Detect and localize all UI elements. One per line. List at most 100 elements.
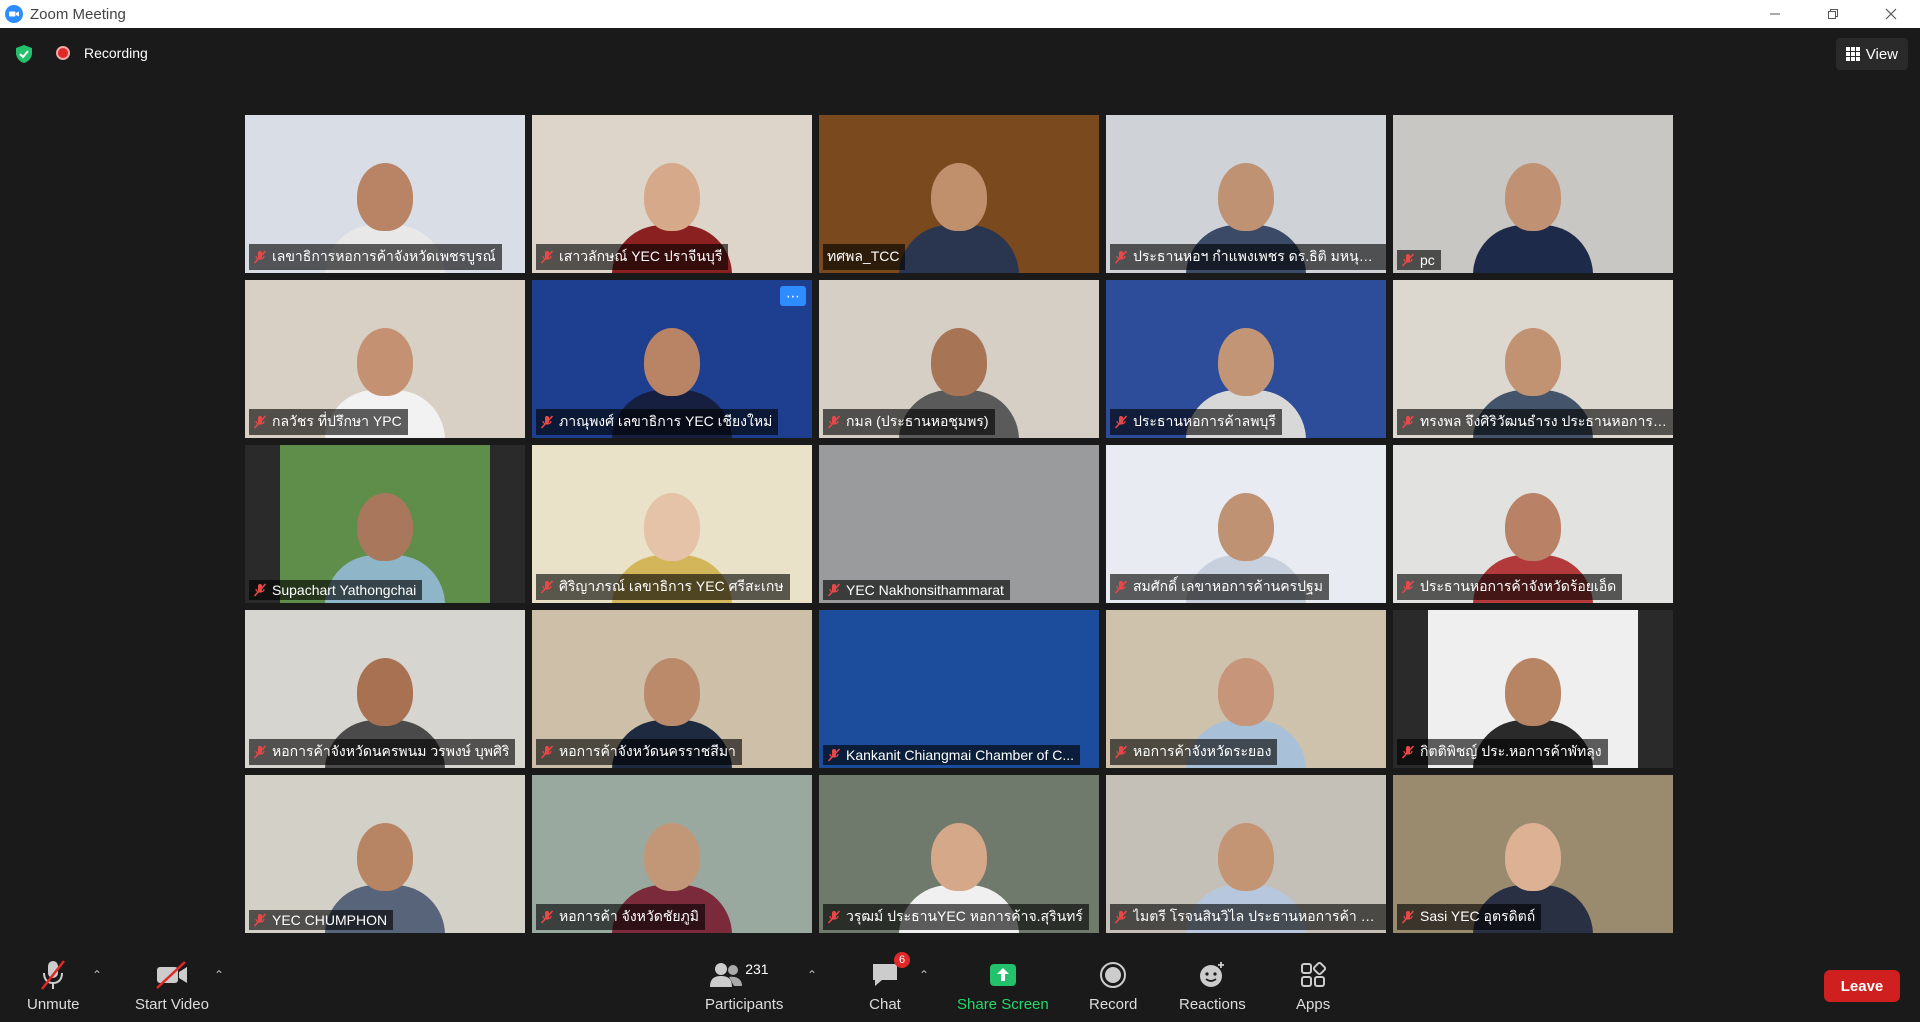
muted-mic-icon <box>1401 253 1415 267</box>
participant-name-bar: ทศพล_TCC <box>823 244 906 270</box>
muted-mic-icon <box>1114 745 1128 759</box>
participant-name: หอการค้าจังหวัดนครพนม วรพงษ์ บุพศิริ <box>272 743 510 759</box>
video-options-chevron-icon[interactable]: ⌃ <box>214 968 224 982</box>
audio-options-chevron-icon[interactable]: ⌃ <box>92 968 102 982</box>
participant-tile[interactable]: กลวัชร ที่ปรึกษา YPC <box>245 280 525 438</box>
participant-name-bar: Supachart Yathongchai <box>249 580 423 600</box>
participant-tile[interactable]: ⋯ ภาณุพงศ์ เลขาธิการ YEC เชียงใหม่ <box>532 280 812 438</box>
participant-name-bar: ภาณุพงศ์ เลขาธิการ YEC เชียงใหม่ <box>536 409 779 435</box>
minimize-icon[interactable] <box>1746 0 1804 28</box>
participant-tile[interactable]: ทศพล_TCC <box>819 115 1099 273</box>
participant-tile[interactable]: YEC Nakhonsithammarat <box>819 445 1099 603</box>
chat-label: Chat <box>869 996 901 1013</box>
participant-name-bar: กมล (ประธานหอชุมพร) <box>823 409 995 435</box>
participant-name: Supachart Yathongchai <box>272 582 417 598</box>
chat-button[interactable]: 6 Chat <box>868 952 910 1013</box>
muted-mic-icon <box>540 415 554 429</box>
participant-tile[interactable]: ประธานหอฯ กำแพงเพชร ดร.ธิติ มหนุญ... <box>1106 115 1386 273</box>
muted-mic-icon <box>1114 580 1128 594</box>
reactions-button[interactable]: Reactions <box>1179 958 1246 1013</box>
muted-mic-icon <box>253 745 267 759</box>
participant-name: ภาณุพงศ์ เลขาธิการ YEC เชียงใหม่ <box>559 413 773 429</box>
muted-mic-icon <box>540 250 554 264</box>
muted-mic-icon <box>827 910 841 924</box>
gallery-grid: เลขาธิการหอการค้าจังหวัดเพชรบูรณ์ เสาวลัก… <box>245 115 1673 933</box>
muted-mic-icon <box>1401 910 1415 924</box>
participant-tile[interactable]: YEC CHUMPHON <box>245 775 525 933</box>
participant-tile[interactable]: หอการค้าจังหวัดนครราชสีมา <box>532 610 812 768</box>
participant-name: ประธานหอการค้าลพบุรี <box>1133 413 1276 429</box>
participant-name-bar: ประธานหอการค้าจังหวัดร้อยเอ็ด <box>1397 574 1623 600</box>
restore-icon[interactable] <box>1804 0 1862 28</box>
record-button[interactable]: Record <box>1089 958 1137 1013</box>
apps-icon <box>1296 958 1330 992</box>
participants-icon: 231 <box>709 958 779 992</box>
meeting-toolbar: Unmute ⌃ Start Video ⌃ 231 Participants … <box>0 950 1920 1022</box>
participant-tile[interactable]: Supachart Yathongchai <box>245 445 525 603</box>
video-off-icon <box>155 958 189 992</box>
recording-icon[interactable] <box>56 46 70 60</box>
participant-name-bar: ทรงพล จึงศิริวัฒนธำรง ประธานหอการค้... <box>1397 409 1673 435</box>
participant-tile[interactable]: ประธานหอการค้าลพบุรี <box>1106 280 1386 438</box>
tile-more-options-icon[interactable]: ⋯ <box>780 286 806 306</box>
participant-name: ทศพล_TCC <box>827 248 900 264</box>
participant-tile[interactable]: กิตติพิชญ์ ประ.หอการค้าพัทลุง <box>1393 610 1673 768</box>
muted-mic-icon <box>1114 415 1128 429</box>
participants-options-chevron-icon[interactable]: ⌃ <box>807 968 817 982</box>
participant-video <box>899 153 1019 273</box>
participant-tile[interactable]: หอการค้า จังหวัดชัยภูมิ <box>532 775 812 933</box>
participant-tile[interactable]: เลขาธิการหอการค้าจังหวัดเพชรบูรณ์ <box>245 115 525 273</box>
unmute-label: Unmute <box>27 996 80 1013</box>
share-screen-icon <box>986 958 1020 992</box>
apps-button[interactable]: Apps <box>1296 958 1330 1013</box>
participant-tile[interactable]: ทรงพล จึงศิริวัฒนธำรง ประธานหอการค้... <box>1393 280 1673 438</box>
participant-tile[interactable]: เสาวลักษณ์ YEC ปราจีนบุรี <box>532 115 812 273</box>
meeting-topbar: Recording View <box>0 28 1920 80</box>
encryption-shield-icon[interactable] <box>14 44 34 64</box>
close-icon[interactable] <box>1862 0 1920 28</box>
participant-name: เลขาธิการหอการค้าจังหวัดเพชรบูรณ์ <box>272 248 496 264</box>
participant-tile[interactable]: หอการค้าจังหวัดนครพนม วรพงษ์ บุพศิริ <box>245 610 525 768</box>
participant-tile[interactable]: Kankanit Chiangmai Chamber of C... <box>819 610 1099 768</box>
unmute-button[interactable]: Unmute <box>27 958 80 1013</box>
window-title: Zoom Meeting <box>30 5 126 23</box>
participant-tile[interactable]: ไมตรี โรจนสินวิไล ประธานหอการค้า จัง... <box>1106 775 1386 933</box>
participant-name-bar: Sasi YEC อุตรดิตถ์ <box>1397 904 1542 930</box>
participant-tile[interactable]: กมล (ประธานหอชุมพร) <box>819 280 1099 438</box>
muted-mic-icon <box>1401 580 1415 594</box>
participant-name: หอการค้าจังหวัดนครราชสีมา <box>559 743 736 759</box>
participant-name: หอการค้าจังหวัดระยอง <box>1133 743 1272 759</box>
chat-options-chevron-icon[interactable]: ⌃ <box>919 968 929 982</box>
leave-button[interactable]: Leave <box>1824 970 1900 1002</box>
muted-mic-icon <box>36 958 70 992</box>
muted-mic-icon <box>827 583 841 597</box>
start-video-button[interactable]: Start Video <box>135 958 209 1013</box>
view-label: View <box>1865 45 1898 63</box>
participant-name: pc <box>1420 252 1435 268</box>
participant-name-bar: กิตติพิชญ์ ประ.หอการค้าพัทลุง <box>1397 739 1608 765</box>
participant-tile[interactable]: หอการค้าจังหวัดระยอง <box>1106 610 1386 768</box>
participant-name: เสาวลักษณ์ YEC ปราจีนบุรี <box>559 248 723 264</box>
participant-tile[interactable]: สมศักดิ์ เลขาหอการค้านครปฐม <box>1106 445 1386 603</box>
participant-name: Sasi YEC อุตรดิตถ์ <box>1420 908 1536 924</box>
start-video-label: Start Video <box>135 996 209 1013</box>
muted-mic-icon <box>1401 745 1415 759</box>
participant-name: Kankanit Chiangmai Chamber of C... <box>846 747 1074 763</box>
participants-button[interactable]: 231 Participants <box>705 958 783 1013</box>
participant-name: กลวัชร ที่ปรึกษา YPC <box>272 413 402 429</box>
participant-name: YEC Nakhonsithammarat <box>846 582 1004 598</box>
participant-tile[interactable]: pc <box>1393 115 1673 273</box>
view-button[interactable]: View <box>1835 38 1908 70</box>
muted-mic-icon <box>1114 910 1128 924</box>
participant-tile[interactable]: ประธานหอการค้าจังหวัดร้อยเอ็ด <box>1393 445 1673 603</box>
muted-mic-icon <box>1114 250 1128 264</box>
participant-name: สมศักดิ์ เลขาหอการค้านครปฐม <box>1133 578 1323 594</box>
participants-label: Participants <box>705 996 784 1013</box>
record-icon <box>1096 958 1130 992</box>
participant-tile[interactable]: วรุฒม์ ประธานYEC หอการค้าจ.สุรินทร์ <box>819 775 1099 933</box>
participant-tile[interactable]: ศิริญาภรณ์ เลขาธิการ YEC ศรีสะเกษ <box>532 445 812 603</box>
chat-icon: 6 <box>868 952 910 992</box>
share-screen-button[interactable]: Share Screen <box>957 958 1049 1013</box>
participant-name-bar: เสาวลักษณ์ YEC ปราจีนบุรี <box>536 244 729 270</box>
participant-tile[interactable]: Sasi YEC อุตรดิตถ์ <box>1393 775 1673 933</box>
